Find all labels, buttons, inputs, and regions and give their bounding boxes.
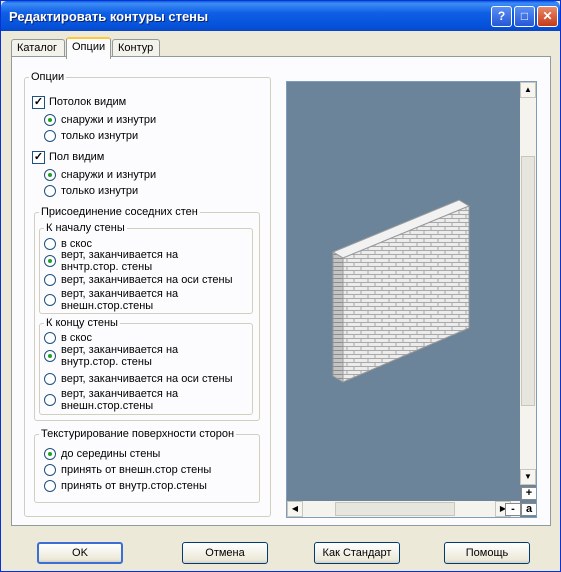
radio-icon xyxy=(44,185,56,197)
zoom-out-button[interactable]: - xyxy=(505,503,521,516)
preview-vertical-scrollbar[interactable]: ▲ ▼ xyxy=(520,82,536,485)
radio-icon xyxy=(44,294,56,306)
scroll-left-icon[interactable]: ◀ xyxy=(287,501,303,517)
floor-radio-both[interactable]: снаружи и изнутри xyxy=(44,169,156,181)
radio-icon xyxy=(44,130,56,142)
end-legend: К концу стены xyxy=(46,317,118,329)
radio-icon xyxy=(44,394,56,406)
vertical-scroll-thumb[interactable] xyxy=(521,156,535,406)
close-icon[interactable]: ✕ xyxy=(537,6,558,27)
radio-icon xyxy=(44,255,56,267)
start-legend: К началу стены xyxy=(46,222,125,234)
radio-label: верт, заканчивается на оси стены xyxy=(61,373,233,385)
radio-label: верт, заканчивается на внешн.стор.стены xyxy=(61,288,178,312)
ceiling-visible-checkbox[interactable]: ✓ Потолок видим xyxy=(32,96,126,109)
radio-label-line1: верт, заканчивается на xyxy=(61,388,179,400)
ok-button[interactable]: OK xyxy=(37,542,123,564)
radio-label-line2: внешн.стор.стены xyxy=(61,400,154,412)
radio-label-line1: верт, заканчивается на xyxy=(61,344,179,356)
end-radio-axis[interactable]: верт, заканчивается на оси стены xyxy=(44,373,233,385)
checkbox-icon: ✓ xyxy=(32,96,45,109)
checkbox-icon: ✓ xyxy=(32,151,45,164)
start-radio-axis[interactable]: верт, заканчивается на оси стены xyxy=(44,274,233,286)
radio-icon xyxy=(44,350,56,362)
tab-options[interactable]: Опции xyxy=(66,37,111,59)
window-title: Редактировать контуры стены xyxy=(9,9,209,24)
radio-icon xyxy=(44,464,56,476)
radio-icon xyxy=(44,448,56,460)
radio-label-line2: внешн.стор.стены xyxy=(61,300,154,312)
ceiling-radio-both[interactable]: снаружи и изнутри xyxy=(44,114,156,126)
preview-horizontal-scrollbar[interactable]: ◀ ▶ xyxy=(287,501,520,517)
ceiling-radio-inside[interactable]: только изнутри xyxy=(44,130,138,142)
end-radio-inner[interactable]: верт, заканчивается на внутр.стор. стены xyxy=(44,344,178,368)
brick-wall-image xyxy=(331,199,471,383)
dialog-window: Редактировать контуры стены ? □ ✕ Катало… xyxy=(0,0,561,572)
texture-radio-outer[interactable]: принять от внешн.стор стены xyxy=(44,464,211,476)
floor-visible-checkbox[interactable]: ✓ Пол видим xyxy=(32,151,104,164)
texturing-legend: Текстурирование поверхности сторон xyxy=(41,428,235,440)
start-radio-inner[interactable]: верт, заканчивается на внчтр.стор. стены xyxy=(44,249,178,273)
radio-icon xyxy=(44,480,56,492)
radio-label-line2: внутр.стор. стены xyxy=(61,356,152,368)
end-radio-bevel[interactable]: в скос xyxy=(44,332,92,344)
radio-label: верт, заканчивается на внчтр.стор. стены xyxy=(61,249,178,273)
start-radio-outer[interactable]: верт, заканчивается на внешн.стор.стены xyxy=(44,288,178,312)
radio-label: в скос xyxy=(61,332,92,344)
horizontal-scroll-thumb[interactable] xyxy=(335,502,455,516)
scroll-up-icon[interactable]: ▲ xyxy=(520,82,536,98)
ceiling-visible-label: Потолок видим xyxy=(49,96,127,108)
help-title-button[interactable]: ? xyxy=(491,6,512,27)
radio-label: до середины стены xyxy=(61,448,161,460)
radio-label: только изнутри xyxy=(61,185,139,197)
texture-radio-middle[interactable]: до середины стены xyxy=(44,448,160,460)
radio-label-line1: верт, заканчивается на xyxy=(61,288,179,300)
radio-label: только изнутри xyxy=(61,130,139,142)
radio-icon xyxy=(44,114,56,126)
radio-label: верт, заканчивается на внешн.стор.стены xyxy=(61,388,178,412)
joining-legend: Присоединение соседних стен xyxy=(41,206,198,218)
radio-icon xyxy=(44,169,56,181)
radio-icon xyxy=(44,332,56,344)
radio-label-line2: внчтр.стор. стены xyxy=(61,261,153,273)
radio-label: снаружи и изнутри xyxy=(61,114,157,126)
radio-label: снаружи и изнутри xyxy=(61,169,157,181)
scroll-down-icon[interactable]: ▼ xyxy=(520,469,536,485)
zoom-in-button[interactable]: + xyxy=(521,487,536,500)
zoom-auto-button[interactable]: a xyxy=(521,503,536,516)
maximize-icon[interactable]: □ xyxy=(514,6,535,27)
radio-icon xyxy=(44,373,56,385)
radio-label-line1: верт, заканчивается на xyxy=(61,249,179,261)
cancel-button[interactable]: Отмена xyxy=(182,542,268,564)
end-radio-outer[interactable]: верт, заканчивается на внешн.стор.стены xyxy=(44,388,178,412)
texture-radio-inner[interactable]: принять от внутр.стор.стены xyxy=(44,480,207,492)
title-bar[interactable]: Редактировать контуры стены ? □ ✕ xyxy=(1,1,560,31)
radio-label: верт, заканчивается на оси стены xyxy=(61,274,233,286)
wall-preview-viewport[interactable]: ▲ ▼ + ◀ ▶ - a xyxy=(286,81,537,518)
floor-visible-label: Пол видим xyxy=(49,151,105,163)
default-button[interactable]: Как Стандарт xyxy=(314,542,400,564)
options-legend: Опции xyxy=(31,71,65,83)
floor-radio-inside[interactable]: только изнутри xyxy=(44,185,138,197)
radio-icon xyxy=(44,274,56,286)
help-button[interactable]: Помощь xyxy=(444,542,530,564)
radio-label: принять от внешн.стор стены xyxy=(61,464,212,476)
radio-label: принять от внутр.стор.стены xyxy=(61,480,207,492)
radio-label: верт, заканчивается на внутр.стор. стены xyxy=(61,344,178,368)
